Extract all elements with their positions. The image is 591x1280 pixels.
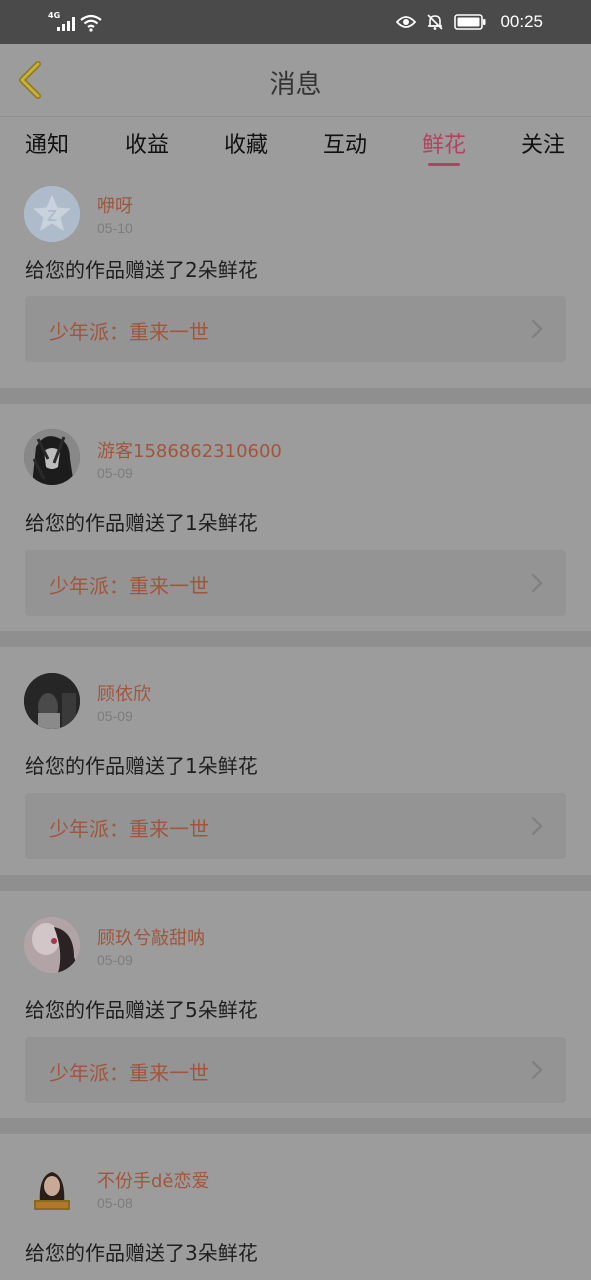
girl-photo-avatar bbox=[24, 1160, 80, 1216]
anime-avatar bbox=[24, 429, 80, 485]
user-avatar[interactable] bbox=[24, 429, 80, 485]
user-name[interactable]: 咿呀 bbox=[97, 192, 133, 218]
user-avatar[interactable] bbox=[24, 673, 80, 729]
divider bbox=[0, 1118, 591, 1134]
message-text: 给您的作品赠送了1朵鲜花 bbox=[25, 754, 258, 778]
chevron-right-icon bbox=[531, 319, 543, 339]
tab-bar: 通知 收益 收藏 互动 鲜花 关注 bbox=[0, 117, 591, 169]
work-title: 少年派：重来一世 bbox=[49, 817, 209, 841]
user-avatar[interactable]: Z bbox=[24, 186, 80, 242]
svg-text:Z: Z bbox=[47, 208, 57, 225]
default-qq-avatar-icon: Z bbox=[24, 186, 80, 242]
battery-icon bbox=[454, 14, 486, 30]
dark-photo-avatar bbox=[24, 673, 80, 729]
message-date: 05-09 bbox=[97, 952, 133, 968]
chevron-right-icon bbox=[531, 1060, 543, 1080]
work-title: 少年派：重来一世 bbox=[49, 320, 209, 344]
tab-notifications[interactable]: 通知 bbox=[7, 127, 87, 159]
clock: 00:25 bbox=[500, 12, 543, 31]
network-indicator: 4G bbox=[48, 12, 102, 34]
tab-earnings[interactable]: 收益 bbox=[107, 127, 187, 159]
tab-following[interactable]: 关注 bbox=[503, 127, 583, 159]
bell-off-icon bbox=[427, 14, 444, 30]
work-link[interactable]: 少年派：重来一世 bbox=[25, 1037, 566, 1103]
page-header: 消息 bbox=[0, 44, 591, 117]
tab-interactions[interactable]: 互动 bbox=[305, 127, 385, 159]
message-date: 05-09 bbox=[97, 465, 133, 481]
message-date: 05-08 bbox=[97, 1195, 133, 1211]
status-bar: 4G 00:25 bbox=[0, 0, 591, 44]
tab-favorites[interactable]: 收藏 bbox=[206, 127, 286, 159]
tab-flowers[interactable]: 鲜花 bbox=[404, 127, 484, 159]
user-avatar[interactable] bbox=[24, 1160, 80, 1216]
work-title: 少年派：重来一世 bbox=[49, 1061, 209, 1085]
work-link[interactable]: 少年派：重来一世 bbox=[25, 296, 566, 362]
message-date: 05-09 bbox=[97, 708, 133, 724]
user-name[interactable]: 游客1586862310600 bbox=[97, 437, 282, 463]
work-link[interactable]: 少年派：重来一世 bbox=[25, 793, 566, 859]
message-text: 给您的作品赠送了1朵鲜花 bbox=[25, 511, 258, 535]
message-item: 顾依欣 05-09 给您的作品赠送了1朵鲜花 少年派：重来一世 bbox=[0, 647, 591, 875]
chevron-right-icon bbox=[531, 816, 543, 836]
user-name[interactable]: 不份手dě恋爱 bbox=[97, 1167, 210, 1193]
signal-icon bbox=[57, 17, 75, 31]
message-item: Z 咿呀 05-10 给您的作品赠送了2朵鲜花 少年派：重来一世 bbox=[0, 170, 591, 388]
user-name[interactable]: 顾依欣 bbox=[97, 680, 151, 706]
user-name[interactable]: 顾玖兮敲甜呐 bbox=[97, 924, 205, 950]
message-item: 顾玖兮敲甜呐 05-09 给您的作品赠送了5朵鲜花 少年派：重来一世 bbox=[0, 891, 591, 1118]
chevron-right-icon bbox=[531, 573, 543, 593]
page-title: 消息 bbox=[269, 70, 322, 100]
wifi-icon bbox=[80, 14, 102, 32]
pink-photo-avatar bbox=[24, 917, 80, 973]
message-text: 给您的作品赠送了3朵鲜花 bbox=[25, 1241, 258, 1265]
message-text: 给您的作品赠送了5朵鲜花 bbox=[25, 998, 258, 1022]
message-date: 05-10 bbox=[97, 220, 133, 236]
active-tab-indicator bbox=[428, 163, 460, 166]
divider bbox=[0, 875, 591, 891]
work-link[interactable]: 少年派：重来一世 bbox=[25, 550, 566, 616]
message-item: 游客1586862310600 05-09 给您的作品赠送了1朵鲜花 少年派：重… bbox=[0, 404, 591, 631]
message-text: 给您的作品赠送了2朵鲜花 bbox=[25, 258, 258, 282]
user-avatar[interactable] bbox=[24, 917, 80, 973]
divider bbox=[0, 388, 591, 404]
eye-icon bbox=[396, 16, 417, 28]
message-item: 不份手dě恋爱 05-08 给您的作品赠送了3朵鲜花 bbox=[0, 1134, 591, 1280]
divider bbox=[0, 631, 591, 647]
status-bar-right: 00:25 bbox=[396, 10, 543, 34]
work-title: 少年派：重来一世 bbox=[49, 574, 209, 598]
